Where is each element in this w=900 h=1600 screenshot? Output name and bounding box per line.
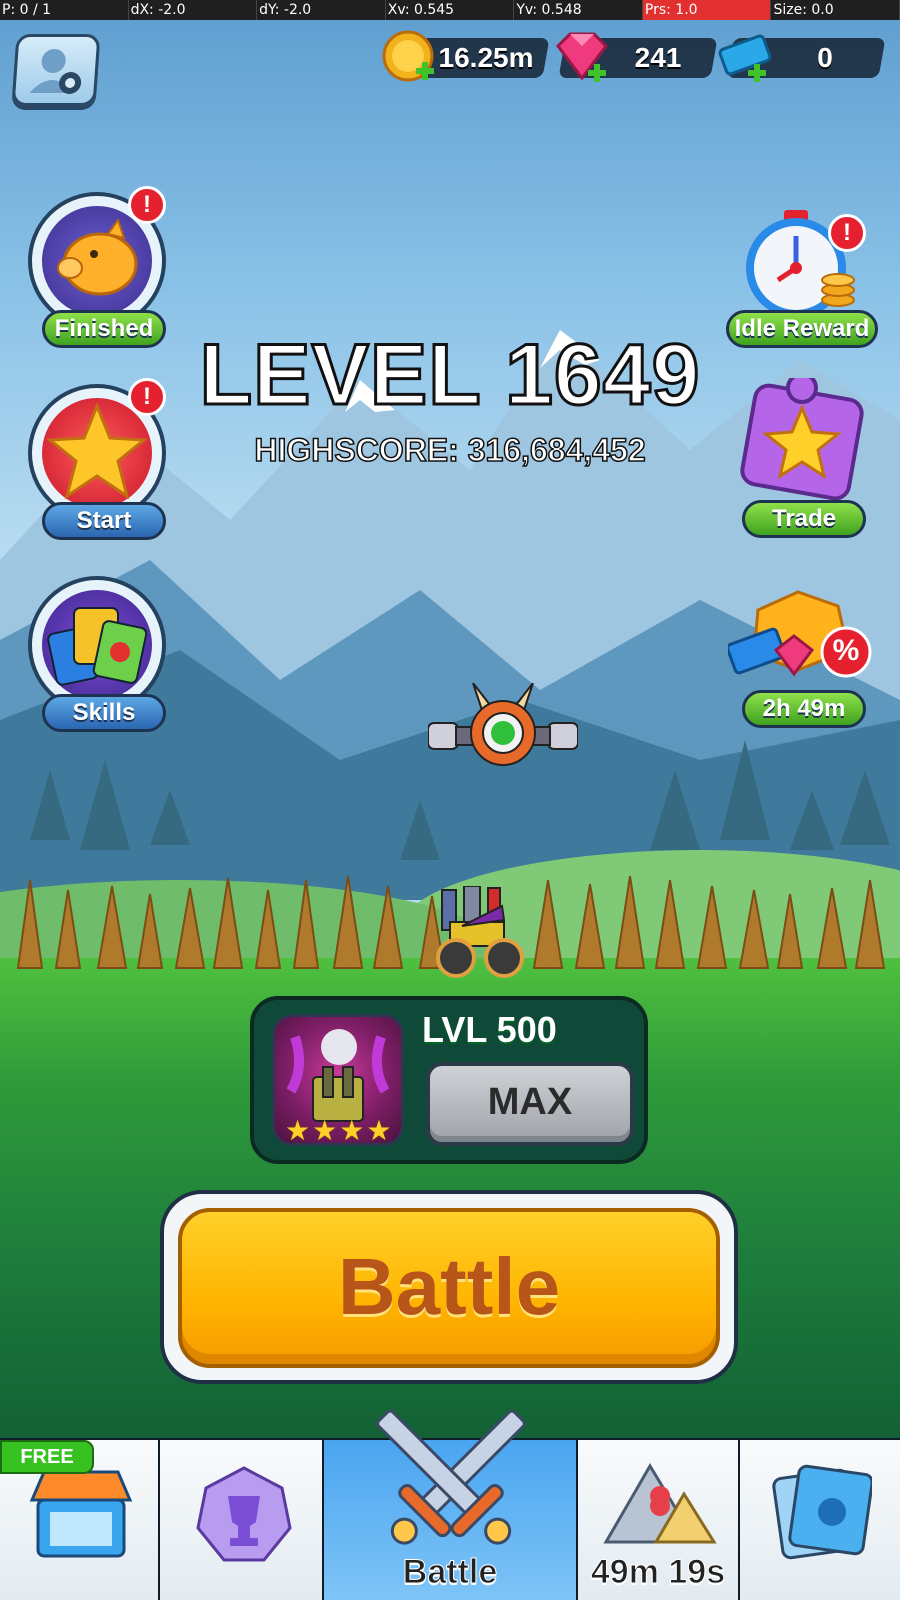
battle-button-frame: Battle [160,1190,738,1384]
tab-gallery[interactable] [740,1440,900,1600]
skill-cards-icon [42,590,152,700]
debug-pointer-bar: P: 0 / 1 dX: -2.0 dY: -2.0 Xv: 0.545 Yv:… [0,0,900,20]
gem-plus-icon[interactable] [552,30,612,86]
map-icon [603,1463,717,1544]
player-tank [436,886,524,978]
piggy-bank-button[interactable]: Finished ! [18,186,168,352]
debug-yv: Yv: 0.548 [514,0,643,20]
debug-pointer: P: 0 / 1 [0,0,129,20]
weapon-star-icon: ★ [366,1114,392,1147]
piggy-bank-graphic [57,217,138,296]
highscore-label: HIGHSCORE: 316,684,452 [254,431,647,469]
tab-map[interactable]: 49m 19s [578,1440,738,1600]
weapon-star-icon: ★ [285,1114,311,1147]
weapon-level-label: LVL 500 [422,1009,557,1050]
finished-label: Finished [42,310,166,348]
piggy-bank-icon [42,206,152,316]
debug-xv: Xv: 0.545 [386,0,515,20]
debug-dy: dY: -2.0 [257,0,386,20]
discount-badge: % [832,634,860,667]
sale-bundle-button[interactable]: % 2h 49m [728,590,878,750]
sale-timer-label: 2h 49m [742,690,866,728]
trade-label: Trade [742,500,866,538]
weapon-upgrade-panel: ★ ★ ★ ★ LVL 500 MAX [250,996,648,1164]
debug-size: Size: 0.0 [771,0,900,20]
ticket-plus-icon[interactable] [718,30,778,86]
gems-value: 241 [634,42,682,73]
skills-label: Skills [42,694,166,732]
weapon-star-icon: ★ [312,1114,338,1147]
weapon-stars: ★ ★ ★ ★ [285,1117,397,1145]
crossed-swords-icon [376,1409,526,1545]
profile-gear-icon [29,49,82,94]
alert-badge: ! [128,186,166,224]
max-upgrade-button[interactable]: MAX [426,1062,634,1146]
camera-card-icon [772,1464,872,1560]
skill-cards-graphic [47,607,148,686]
coins-value: 16.25m [438,42,534,73]
debug-dx: dX: -2.0 [129,0,258,20]
alert-badge: ! [828,214,866,252]
star-button[interactable]: Start ! [18,378,168,544]
profile-settings-button[interactable] [11,34,101,106]
start-label: Start [42,502,166,540]
debug-pressure: Prs: 1.0 [642,0,772,20]
weapon-card[interactable]: ★ ★ ★ ★ [272,1014,404,1146]
level-title: LEVEL 1649 [198,327,701,423]
star-icon [42,398,152,508]
puzzle-star-icon [740,378,864,501]
trophy-icon [196,1466,292,1562]
skills-button[interactable]: Skills [18,576,168,736]
trade-button[interactable]: Trade [728,378,878,538]
weapon-star-icon: ★ [339,1114,365,1147]
battle-button[interactable]: Battle [178,1208,720,1368]
free-badge: FREE [0,1440,94,1474]
shop-icon [29,1470,133,1558]
map-timer-label: 49m 19s [590,1553,726,1592]
tab-trophy[interactable] [160,1440,322,1600]
tickets-value: 0 [817,42,833,73]
star-graphic [46,402,148,500]
drone-enemy [428,683,578,766]
